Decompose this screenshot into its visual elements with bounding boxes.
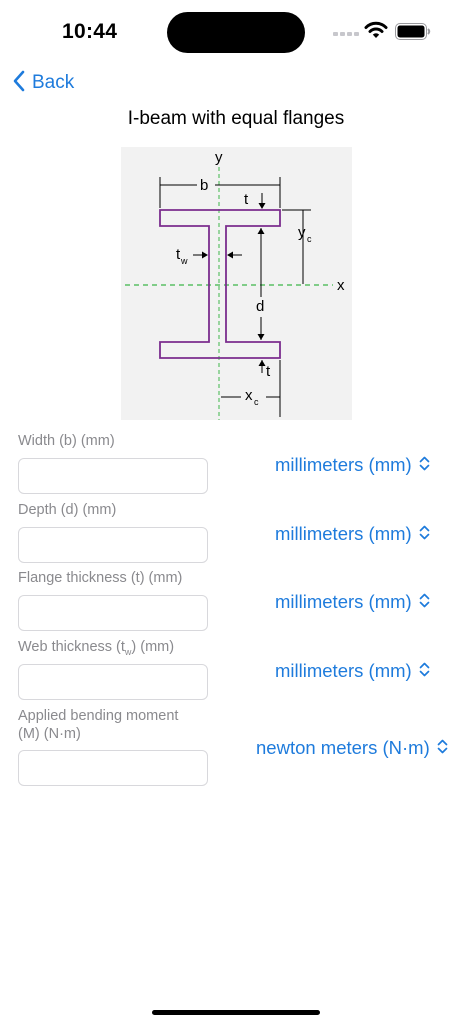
bending-moment-unit-picker[interactable]: newton meters (N·m) [256,737,448,759]
web-thickness-input[interactable] [18,664,208,700]
width-unit-picker[interactable]: millimeters (mm) [275,454,430,476]
chevron-up-down-icon [412,660,430,682]
flange-thickness-unit-label: millimeters (mm) [275,591,412,612]
dim-yc-label: y [298,224,306,241]
bending-moment-field-label: Applied bending moment (M) (N·m) [18,708,179,742]
depth-unit-label: millimeters (mm) [275,523,412,544]
flange-thickness-field-label: Flange thickness (t) (mm) [18,570,183,586]
chevron-up-down-icon [412,591,430,613]
bending-moment-input[interactable] [18,750,208,786]
width-unit-label: millimeters (mm) [275,454,412,475]
dim-xc-subscript: c [254,397,259,407]
cellular-signal-icon [333,30,359,38]
chevron-up-down-icon [430,737,448,759]
dim-b-label: b [200,177,208,194]
dim-tw-subscript: w [180,256,188,266]
y-axis-label: y [215,149,223,166]
dim-d-label: d [256,298,264,315]
web-thickness-unit-label: millimeters (mm) [275,660,412,681]
chevron-up-down-icon [412,523,430,545]
web-thickness-label-main: Web thickness (t [18,639,125,655]
bending-moment-unit-label: newton meters (N·m) [256,737,430,758]
status-time: 10:44 [62,20,118,43]
web-thickness-field-label: Web thickness (tw) (mm) [18,638,208,661]
depth-input[interactable] [18,527,208,563]
flange-thickness-input[interactable] [18,595,208,631]
status-bar: 10:44 [0,0,472,60]
chevron-left-icon [12,70,26,97]
i-beam-diagram: y x b t y c d t w t x c [121,147,352,420]
back-label: Back [32,72,75,93]
web-thickness-label-end: ) (mm) [131,639,175,655]
web-thickness-unit-picker[interactable]: millimeters (mm) [275,660,430,682]
flange-thickness-unit-picker[interactable]: millimeters (mm) [275,591,430,613]
back-button[interactable]: Back [12,68,74,98]
width-input[interactable] [18,458,208,494]
page-title: I-beam with equal flanges [127,108,345,129]
dim-t-bottom-label: t [266,363,271,380]
dim-xc-label: x [245,387,253,404]
depth-field-label: Depth (d) (mm) [18,502,117,518]
x-axis-label: x [337,277,345,294]
battery-icon [395,23,431,40]
width-field-label: Width (b) (mm) [18,433,115,449]
dynamic-island [167,12,305,53]
depth-unit-picker[interactable]: millimeters (mm) [275,523,430,545]
dim-t-top-label: t [244,191,249,208]
chevron-up-down-icon [412,454,430,476]
wifi-icon [364,20,388,40]
home-indicator [152,1010,320,1015]
dim-yc-subscript: c [307,234,312,244]
